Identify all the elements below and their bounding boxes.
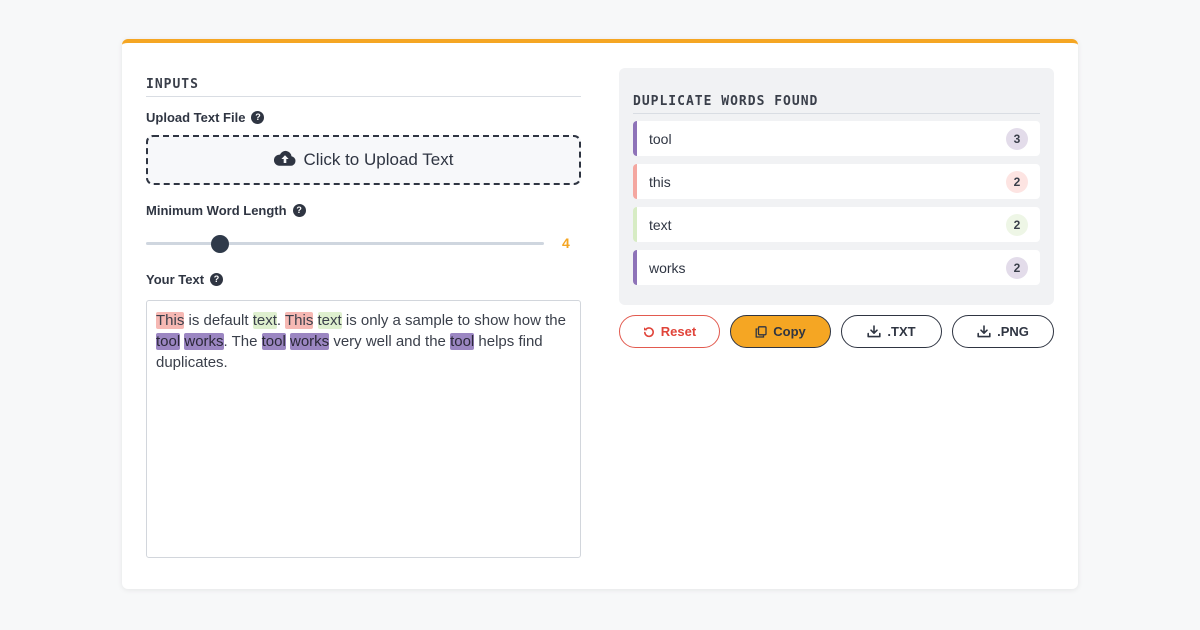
upload-label-row: Upload Text File ? xyxy=(146,110,265,125)
min-length-label-row: Minimum Word Length ? xyxy=(146,203,306,218)
duplicates-title: DUPLICATE WORDS FOUND xyxy=(633,94,1040,114)
download-icon xyxy=(867,325,882,338)
duplicate-word: this xyxy=(649,173,671,190)
slider-thumb[interactable] xyxy=(211,235,229,253)
highlighted-word: text xyxy=(252,312,277,329)
text-label-row: Your Text ? xyxy=(146,272,224,287)
duplicate-item: this 2 xyxy=(633,164,1040,199)
copy-label: Copy xyxy=(773,324,806,339)
min-length-value: 4 xyxy=(562,235,570,251)
download-txt-button[interactable]: .TXT xyxy=(841,315,942,348)
text-segment: is default xyxy=(184,312,253,329)
duplicate-word: works xyxy=(649,259,686,276)
text-segment: . The xyxy=(223,333,262,350)
duplicate-count-badge: 2 xyxy=(1006,170,1028,193)
highlighted-word: works xyxy=(184,333,224,350)
highlighted-word: This xyxy=(284,312,314,329)
upload-text-button[interactable]: Click to Upload Text xyxy=(146,135,581,185)
copy-icon xyxy=(755,325,767,338)
download-icon xyxy=(977,325,991,338)
duplicate-item: tool 3 xyxy=(633,121,1040,156)
copy-button[interactable]: Copy xyxy=(730,315,831,348)
question-circle-icon[interactable]: ? xyxy=(251,111,265,124)
min-length-label: Minimum Word Length xyxy=(146,203,287,218)
download-png-label: .PNG xyxy=(997,324,1029,339)
text-segment: is only a sample to show how the xyxy=(341,312,566,329)
text-segment: . xyxy=(276,312,285,329)
duplicate-count-badge: 2 xyxy=(1006,213,1028,236)
text-input-area[interactable]: This is default text. This text is only … xyxy=(146,300,581,558)
text-segment xyxy=(313,312,317,329)
highlighted-word: tool xyxy=(450,333,475,350)
duplicate-item: text 2 xyxy=(633,207,1040,242)
min-length-slider[interactable]: 4 xyxy=(146,233,581,253)
highlighted-word: This xyxy=(156,312,185,329)
reset-button[interactable]: Reset xyxy=(619,315,720,348)
duplicate-count-badge: 2 xyxy=(1006,256,1028,279)
duplicates-list: tool 3 this 2 text 2 works 2 xyxy=(633,121,1040,293)
inputs-title: INPUTS xyxy=(146,77,581,97)
question-circle-icon[interactable]: ? xyxy=(210,273,224,286)
undo-icon xyxy=(643,326,655,338)
highlighted-word: tool xyxy=(261,333,286,350)
duplicate-word: text xyxy=(649,216,672,233)
cloud-upload-icon xyxy=(273,150,296,171)
duplicate-count-badge: 3 xyxy=(1006,127,1028,150)
duplicate-item: works 2 xyxy=(633,250,1040,285)
text-segment: very well and the xyxy=(329,333,451,350)
download-txt-label: .TXT xyxy=(887,324,916,339)
duplicates-panel: DUPLICATE WORDS FOUND tool 3 this 2 text 2 wor… xyxy=(619,68,1054,305)
text-label: Your Text xyxy=(146,272,205,287)
action-bar: Reset Copy .TXT .PNG xyxy=(619,315,1059,348)
highlighted-word: text xyxy=(317,312,342,329)
slider-track[interactable] xyxy=(146,242,544,245)
highlighted-word: works xyxy=(289,333,330,350)
highlighted-word: tool xyxy=(156,333,181,350)
upload-label: Upload Text File xyxy=(146,110,246,125)
reset-label: Reset xyxy=(660,324,697,339)
question-circle-icon[interactable]: ? xyxy=(292,204,306,217)
duplicate-word: tool xyxy=(649,130,672,147)
upload-button-label: Click to Upload Text xyxy=(303,150,454,169)
main-card: INPUTS Upload Text File ? Click to Uploa… xyxy=(122,39,1078,589)
download-png-button[interactable]: .PNG xyxy=(952,315,1054,348)
